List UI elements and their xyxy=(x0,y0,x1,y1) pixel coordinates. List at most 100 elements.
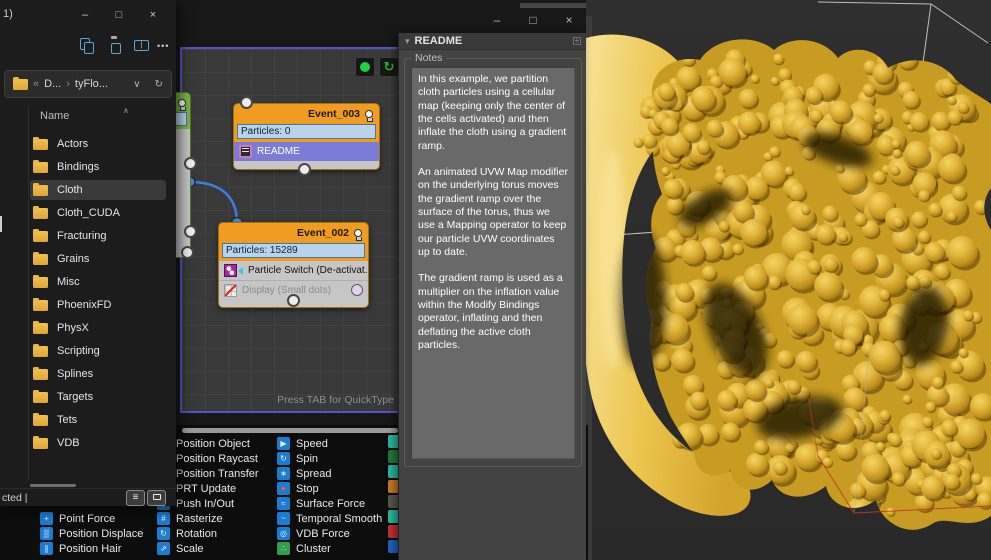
folder-icon xyxy=(33,346,48,357)
breadcrumb-drive[interactable]: D... xyxy=(44,78,61,90)
depot-item[interactable]: ▶Speed xyxy=(277,436,328,451)
depot-item-label: Spin xyxy=(296,453,318,465)
lightbulb-icon[interactable] xyxy=(365,110,373,118)
depot-item[interactable]: ●Stop xyxy=(277,481,319,496)
depot-icon-partial[interactable] xyxy=(388,480,398,493)
spread-icon: ∗ xyxy=(277,467,290,480)
maximize-icon[interactable]: □ xyxy=(108,6,130,24)
folder-row[interactable]: Targets xyxy=(30,387,166,407)
folder-row[interactable]: PhoenixFD xyxy=(30,295,166,315)
depot-item[interactable]: ▒Position Displace xyxy=(40,526,143,541)
depot-item[interactable]: ~ Temporal Smooth xyxy=(277,511,382,526)
node-event-003[interactable]: Event_003 Particles: 0 README xyxy=(233,103,380,170)
viewport-3d-render xyxy=(586,0,991,560)
depot-icon-partial[interactable] xyxy=(388,495,398,508)
folder-icon xyxy=(33,254,48,265)
folder-row[interactable]: Misc xyxy=(30,272,166,292)
folder-row[interactable]: Actors xyxy=(30,134,166,154)
folder-name: PhysX xyxy=(57,322,89,334)
lightbulb-icon[interactable] xyxy=(354,229,362,237)
folder-name: Targets xyxy=(57,391,93,403)
depot-icon-partial[interactable] xyxy=(388,525,398,538)
output-socket[interactable] xyxy=(184,225,197,238)
script-icon xyxy=(239,145,252,158)
depot-item[interactable]: #Rasterize xyxy=(157,511,222,526)
depot-item-label: Temporal Smooth xyxy=(296,513,382,525)
folder-row[interactable]: Bindings xyxy=(30,157,166,177)
depot-item-label: Position Object xyxy=(176,438,250,450)
depot-icon-partial[interactable] xyxy=(388,465,398,478)
folder-name: Fracturing xyxy=(57,230,107,242)
depot-icon-partial[interactable] xyxy=(388,435,398,448)
depot-icon-partial[interactable] xyxy=(388,510,398,523)
address-dropdown-icon[interactable]: ∨ xyxy=(133,79,140,90)
folder-row[interactable]: Tets xyxy=(30,410,166,430)
input-socket[interactable] xyxy=(240,96,253,109)
depot-item[interactable]: ∴Cluster xyxy=(277,541,331,556)
depot-item[interactable]: ◎VDB Force xyxy=(277,526,350,541)
breadcrumb-folder[interactable]: tyFlo... xyxy=(75,78,108,90)
operator-particle-switch[interactable]: Particle Switch (De-activat... xyxy=(219,261,368,280)
folder-row-selected[interactable]: Cloth xyxy=(30,180,166,200)
operator-readme[interactable]: README xyxy=(234,142,379,161)
notes-paragraph: An animated UVW Map modifier on the unde… xyxy=(418,166,568,259)
output-socket[interactable] xyxy=(181,246,194,259)
folder-row[interactable]: PhysX xyxy=(30,318,166,338)
folder-row[interactable]: Splines xyxy=(30,364,166,384)
refresh-icon[interactable]: ↻ xyxy=(155,79,163,90)
viewport-3d[interactable] xyxy=(586,0,991,560)
collapse-caret-icon[interactable]: ▾ xyxy=(405,36,410,47)
notes-group-label: Notes xyxy=(411,52,446,64)
minimize-icon[interactable]: – xyxy=(486,10,508,30)
spin-icon: ↻ xyxy=(277,452,290,465)
folder-row[interactable]: Fracturing xyxy=(30,226,166,246)
address-bar[interactable]: « D... › tyFlo... ∨ ↻ xyxy=(4,70,172,98)
depot-item[interactable]: ⇗Scale xyxy=(157,541,204,556)
large-icons-view-icon[interactable] xyxy=(147,490,166,506)
folder-name: Cloth_CUDA xyxy=(57,207,120,219)
output-socket[interactable] xyxy=(184,157,197,170)
minimize-icon[interactable]: – xyxy=(74,6,96,24)
folder-row[interactable]: Scripting xyxy=(30,341,166,361)
depot-item-label: Stop xyxy=(296,483,319,495)
depot-icon-partial[interactable] xyxy=(388,450,398,463)
folder-icon xyxy=(33,231,48,242)
depot-item[interactable]: ∗Spread xyxy=(277,466,331,481)
close-icon[interactable]: × xyxy=(558,10,580,30)
rename-icon[interactable]: | xyxy=(134,40,149,51)
simulation-active-icon[interactable] xyxy=(355,57,375,77)
depot-item[interactable]: ↻ Spin xyxy=(277,451,318,466)
rollout-grip-icon[interactable]: + xyxy=(573,37,581,45)
notes-textarea[interactable]: In this example, we partition cloth part… xyxy=(411,67,575,459)
folder-name: VDB xyxy=(57,437,80,449)
depot-item[interactable]: ≈Surface Force xyxy=(277,496,365,511)
folder-row[interactable]: Cloth_CUDA xyxy=(30,203,166,223)
depot-icon-partial[interactable] xyxy=(388,540,398,553)
close-icon[interactable]: × xyxy=(142,6,164,24)
pane-divider[interactable] xyxy=(28,106,29,480)
temporal-smooth-icon: ~ xyxy=(277,512,290,525)
folder-row[interactable]: VDB xyxy=(30,433,166,453)
nav-scrollbar-thumb[interactable] xyxy=(0,216,2,232)
maximize-icon[interactable]: □ xyxy=(522,10,544,30)
column-header-name[interactable]: Name xyxy=(40,110,69,122)
lightbulb-icon[interactable] xyxy=(178,99,186,107)
list-scrollbar-thumb[interactable] xyxy=(30,484,76,487)
details-view-icon[interactable]: ≡ xyxy=(126,490,145,506)
depot-scrollbar[interactable] xyxy=(182,428,398,433)
display-color-swatch[interactable] xyxy=(351,284,363,296)
readme-rollout-header[interactable]: ▾ README + xyxy=(399,33,586,50)
refresh-icon[interactable] xyxy=(379,57,399,77)
folder-name: PhoenixFD xyxy=(57,299,111,311)
output-socket[interactable] xyxy=(298,163,311,176)
depot-item[interactable]: ∥Position Hair xyxy=(40,541,121,556)
depot-item[interactable]: +Point Force xyxy=(40,511,115,526)
sort-ascending-icon[interactable]: ∧ xyxy=(123,106,129,115)
window-title-fragment: 1) xyxy=(3,8,13,20)
depot-item[interactable]: ↻Rotation xyxy=(157,526,217,541)
more-options-icon[interactable]: ••• xyxy=(157,41,169,51)
breadcrumb-overflow-icon[interactable]: « xyxy=(33,78,39,90)
folder-row[interactable]: Grains xyxy=(30,249,166,269)
output-socket[interactable] xyxy=(287,294,300,307)
rotation-icon: ↻ xyxy=(157,527,170,540)
